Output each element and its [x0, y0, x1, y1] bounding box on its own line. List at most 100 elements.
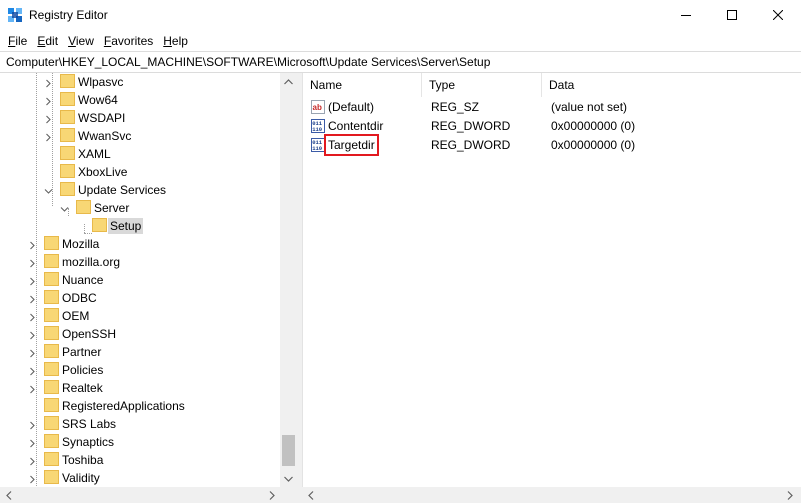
svg-text:ab: ab [313, 103, 322, 112]
menu-favorites[interactable]: Favorites [99, 31, 158, 51]
chevron-right-icon[interactable] [28, 437, 37, 448]
tree-item[interactable]: Update Services [0, 181, 280, 199]
folder-icon [44, 362, 59, 376]
binary-value-icon: 011 110 [311, 138, 325, 152]
maximize-button[interactable] [709, 0, 755, 31]
chevron-right-icon[interactable] [28, 383, 37, 394]
tree-vertical-scrollbar[interactable] [280, 73, 297, 487]
folder-icon [60, 110, 75, 124]
tree-item[interactable]: ODBC [0, 289, 280, 307]
chevron-down-icon[interactable] [44, 185, 53, 194]
close-button[interactable] [755, 0, 801, 31]
tree-item[interactable]: Policies [0, 361, 280, 379]
folder-icon [44, 344, 59, 358]
tree-item[interactable]: Wlpasvc [0, 73, 280, 91]
value-name: Contentdir [328, 119, 384, 133]
chevron-right-icon[interactable] [28, 311, 37, 322]
scrollbar-corner [280, 487, 297, 503]
menu-bar: File Edit View Favorites Help [0, 31, 801, 51]
chevron-right-icon[interactable] [44, 77, 53, 88]
chevron-right-icon[interactable] [28, 239, 37, 250]
tree-item[interactable]: RegisteredApplications [0, 397, 280, 415]
value-row[interactable]: 011 110 Targetdir REG_DWORD 0x00000000 (0) [303, 134, 801, 156]
svg-text:110: 110 [312, 126, 322, 133]
menu-help[interactable]: Help [158, 31, 193, 51]
menu-edit[interactable]: Edit [32, 31, 63, 51]
column-header-type[interactable]: Type [422, 73, 542, 97]
minimize-button[interactable] [663, 0, 709, 31]
tree-item[interactable]: XboxLive [0, 163, 280, 181]
tree-item[interactable]: Partner [0, 343, 280, 361]
chevron-right-icon[interactable] [28, 347, 37, 358]
tree-item-label: OpenSSH [62, 327, 117, 341]
tree-item[interactable]: Mozilla [0, 235, 280, 253]
value-type: REG_DWORD [431, 138, 511, 152]
folder-icon [44, 236, 59, 250]
folder-icon [44, 326, 59, 340]
scroll-down-arrow-icon[interactable] [280, 470, 297, 487]
folder-icon [60, 182, 75, 196]
chevron-right-icon[interactable] [28, 275, 37, 286]
tree-item[interactable]: Synaptics [0, 433, 280, 451]
tree-item-label: XboxLive [78, 165, 128, 179]
tree-item-label: Policies [62, 363, 104, 377]
column-header-name[interactable]: Name [303, 73, 422, 97]
folder-icon [44, 272, 59, 286]
tree-item[interactable]: WSDAPI [0, 109, 280, 127]
scroll-thumb[interactable] [282, 435, 295, 466]
value-row[interactable]: ab (Default) REG_SZ (value not set) [303, 98, 801, 117]
maximize-icon [727, 9, 737, 23]
tree-item[interactable]: mozilla.org [0, 253, 280, 271]
folder-icon [60, 74, 75, 88]
values-horizontal-scrollbar[interactable] [302, 487, 801, 503]
chevron-right-icon[interactable] [44, 113, 53, 124]
tree-item-label: SRS Labs [62, 417, 117, 431]
scroll-right-arrow-icon[interactable] [781, 487, 798, 503]
tree-item-label: Server [94, 201, 130, 215]
tree-item[interactable]: XAML [0, 145, 280, 163]
tree-item[interactable]: Nuance [0, 271, 280, 289]
svg-text:110: 110 [312, 145, 322, 152]
tree-item-label: Setup [108, 218, 144, 234]
tree-horizontal-scrollbar[interactable] [0, 487, 280, 503]
chevron-right-icon[interactable] [28, 293, 37, 304]
chevron-right-icon[interactable] [28, 419, 37, 430]
chevron-right-icon[interactable] [28, 455, 37, 466]
chevron-right-icon[interactable] [44, 95, 53, 106]
values-right-border [797, 73, 801, 487]
values-list: Name Type Data ab (Default) REG_SZ (value n… [302, 73, 801, 503]
tree-item[interactable]: Toshiba [0, 451, 280, 469]
chevron-right-icon[interactable] [28, 365, 37, 376]
folder-icon [44, 290, 59, 304]
chevron-right-icon[interactable] [28, 257, 37, 268]
tree-item[interactable]: Wow64 [0, 91, 280, 109]
chevron-right-icon[interactable] [28, 329, 37, 340]
minimize-icon [681, 9, 691, 23]
scroll-up-arrow-icon[interactable] [280, 73, 297, 90]
tree-item[interactable]: Setup [0, 217, 280, 235]
tree-item-label: Wlpasvc [78, 75, 124, 89]
value-type: REG_DWORD [431, 119, 511, 133]
column-header-data[interactable]: Data [542, 73, 801, 97]
scroll-left-arrow-icon[interactable] [0, 487, 17, 503]
address-bar[interactable]: Computer\HKEY_LOCAL_MACHINE\SOFTWARE\Mic… [0, 51, 801, 73]
tree-item[interactable]: WwanSvc [0, 127, 280, 145]
tree-item[interactable]: OpenSSH [0, 325, 280, 343]
chevron-right-icon[interactable] [44, 131, 53, 142]
tree-item[interactable]: Validity [0, 469, 280, 487]
folder-icon [44, 308, 59, 322]
tree-item[interactable]: Server [0, 199, 280, 217]
tree-item[interactable]: OEM [0, 307, 280, 325]
menu-file[interactable]: File [3, 31, 32, 51]
value-name: Targetdir [324, 134, 379, 156]
tree-item-label: Synaptics [62, 435, 115, 449]
menu-view[interactable]: View [63, 31, 99, 51]
tree-item[interactable]: SRS Labs [0, 415, 280, 433]
scroll-right-arrow-icon[interactable] [263, 487, 280, 503]
chevron-down-icon[interactable] [60, 203, 69, 212]
value-row[interactable]: 011 110 Contentdir REG_DWORD 0x00000000 (0) [303, 117, 801, 136]
scroll-left-arrow-icon[interactable] [302, 487, 319, 503]
registry-editor-icon [8, 8, 22, 22]
tree-item[interactable]: Realtek [0, 379, 280, 397]
chevron-right-icon[interactable] [28, 473, 37, 484]
